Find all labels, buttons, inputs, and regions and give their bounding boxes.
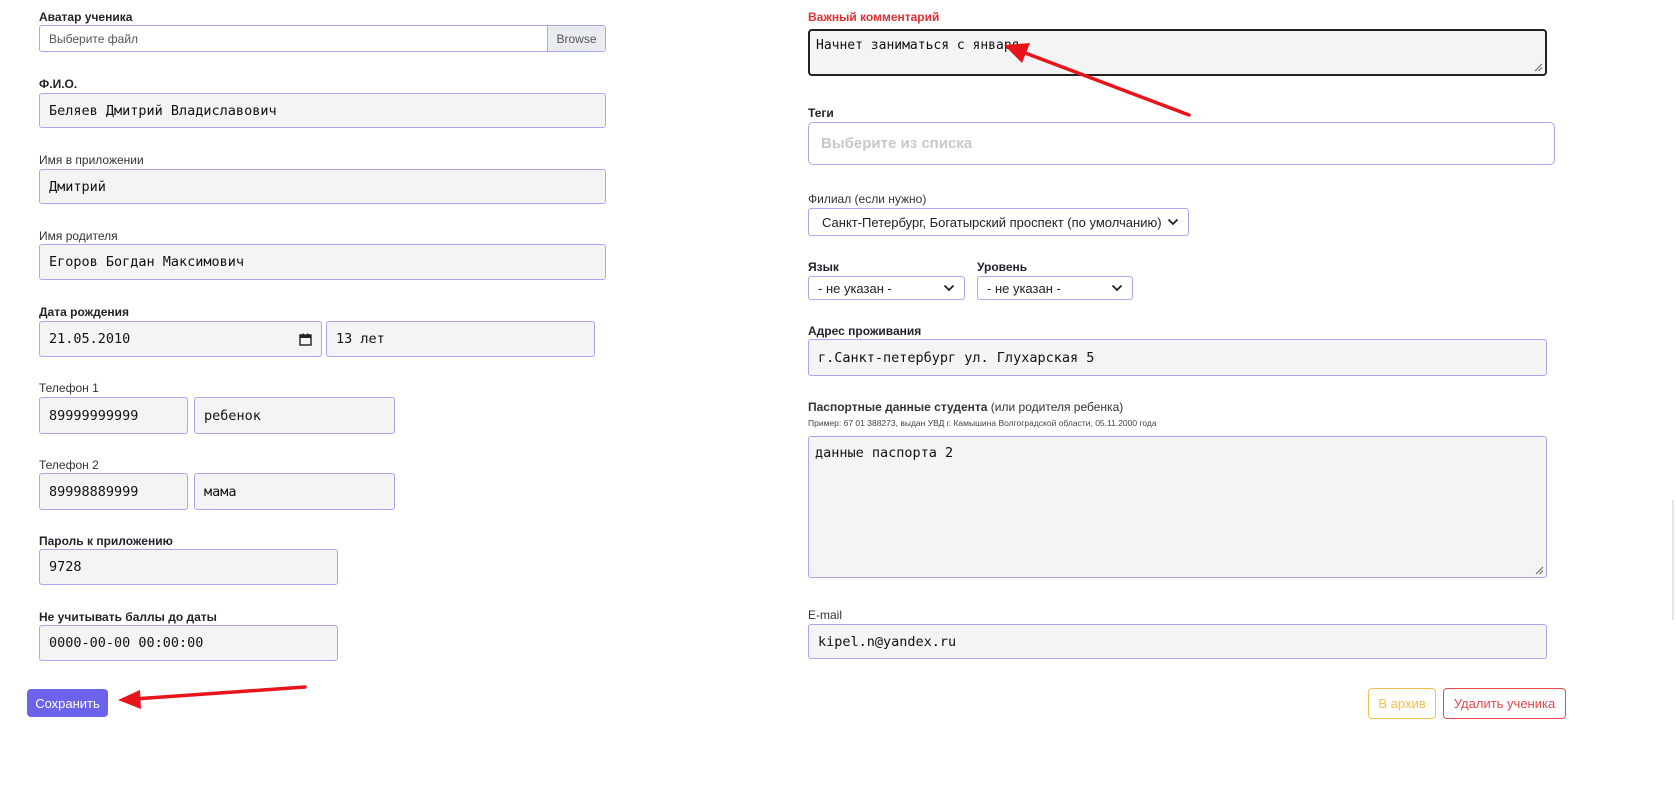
tags-select[interactable]: Выберите из списка <box>808 122 1555 165</box>
address-input[interactable]: г.Санкт-петербург ул. Глухарская 5 <box>808 339 1547 376</box>
passport-hint: Пример: 67 01 388273, выдан УВД г. Камыш… <box>808 418 1157 428</box>
chevron-down-icon <box>943 284 955 292</box>
passport-value: данные паспорта 2 <box>815 445 954 461</box>
address-label: Адрес проживания <box>808 324 922 338</box>
language-label: Язык <box>808 260 839 274</box>
page-scrollbar[interactable] <box>1672 500 1674 620</box>
language-selected: - не указан - <box>818 280 892 296</box>
birth-date-value: 21.05.2010 <box>49 331 131 347</box>
phone1-label: Телефон 1 <box>39 381 99 395</box>
email-input[interactable]: kipel.n@yandex.ru <box>808 624 1547 659</box>
password-input[interactable]: 9728 <box>39 549 338 585</box>
arrow-annotation <box>118 685 307 709</box>
parent-name-input[interactable]: Егоров Богдан Максимович <box>39 244 606 280</box>
password-label: Пароль к приложению <box>39 534 173 548</box>
delete-student-button[interactable]: Удалить ученика <box>1443 688 1566 719</box>
avatar-file-input[interactable]: Выберите файл Browse <box>39 25 606 52</box>
important-comment-label: Важный комментарий <box>808 10 940 24</box>
important-comment-textarea[interactable]: Начнет заниматься с января <box>808 29 1547 76</box>
phone2-number-input[interactable]: 89998889999 <box>39 473 188 510</box>
passport-textarea[interactable]: данные паспорта 2 <box>808 436 1547 578</box>
level-select[interactable]: - не указан - <box>977 276 1133 300</box>
branch-label: Филиал (если нужно) <box>808 192 927 206</box>
app-name-input[interactable]: Дмитрий <box>39 169 606 204</box>
browse-button[interactable]: Browse <box>547 26 605 51</box>
phone2-label: Телефон 2 <box>39 458 99 472</box>
phone1-owner-input[interactable]: ребенок <box>194 397 395 434</box>
level-label: Уровень <box>977 260 1028 274</box>
passport-label: Паспортные данные студента (или родителя… <box>808 400 1123 414</box>
passport-label-rest: (или родителя ребенка) <box>987 400 1124 414</box>
ignore-points-date-input[interactable]: 0000-00-00 00:00:00 <box>39 625 338 661</box>
tags-label: Теги <box>808 106 834 120</box>
email-label: E-mail <box>808 608 843 622</box>
chevron-down-icon <box>1111 284 1123 292</box>
ignore-points-label: Не учитывать баллы до даты <box>39 610 217 624</box>
parent-name-label: Имя родителя <box>39 229 118 243</box>
phone2-owner-input[interactable]: мама <box>194 473 395 510</box>
app-name-label: Имя в приложении <box>39 153 144 167</box>
birth-date-input[interactable]: 21.05.2010 <box>39 321 322 357</box>
archive-button[interactable]: В архив <box>1368 688 1436 719</box>
phone1-number-input[interactable]: 89999999999 <box>39 397 188 434</box>
language-select[interactable]: - не указан - <box>808 276 965 300</box>
fio-input[interactable]: Беляев Дмитрий Владиславович <box>39 93 606 128</box>
save-button[interactable]: Сохранить <box>27 689 108 717</box>
fio-label: Ф.И.О. <box>39 77 78 91</box>
age-field[interactable]: 13 лет <box>326 321 595 357</box>
avatar-file-placeholder: Выберите файл <box>49 32 139 46</box>
tags-placeholder: Выберите из списка <box>821 135 973 152</box>
level-selected: - не указан - <box>987 280 1061 296</box>
resize-handle-icon[interactable] <box>1534 565 1544 575</box>
branch-selected: Санкт-Петербург, Богатырский проспект (п… <box>822 214 1162 230</box>
birth-date-label: Дата рождения <box>39 305 130 319</box>
calendar-icon[interactable] <box>299 333 312 346</box>
important-comment-value: Начнет заниматься с января <box>816 38 1020 53</box>
branch-select[interactable]: Санкт-Петербург, Богатырский проспект (п… <box>808 208 1189 236</box>
chevron-down-icon <box>1167 218 1179 226</box>
passport-label-bold: Паспортные данные студента <box>808 400 988 414</box>
resize-handle-icon[interactable] <box>1533 62 1543 72</box>
avatar-label: Аватар ученика <box>39 10 133 24</box>
